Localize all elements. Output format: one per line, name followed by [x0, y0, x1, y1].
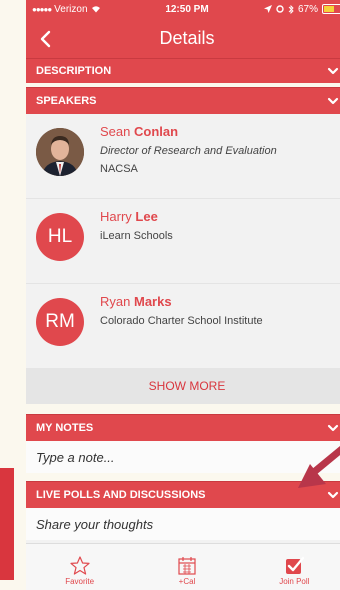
my-notes-label: MY NOTES [36, 422, 94, 434]
tab-add-calendar[interactable]: +Cal [133, 544, 240, 590]
nav-bar: Details [26, 18, 340, 58]
my-notes-header[interactable]: MY NOTES [26, 414, 340, 441]
speaker-info: Sean Conlan Director of Research and Eva… [100, 122, 277, 175]
speaker-last-name: Lee [135, 209, 158, 224]
speakers-label: SPEAKERS [36, 95, 97, 107]
section-gap [26, 404, 340, 414]
speaker-item[interactable]: RM Ryan Marks Colorado Charter School In… [26, 283, 340, 368]
description-header[interactable]: DESCRIPTION [26, 58, 340, 83]
live-polls-label: LIVE POLLS AND DISCUSSIONS [36, 489, 206, 501]
section-gap [26, 473, 340, 481]
page-title: Details [159, 27, 215, 48]
speaker-org: Colorado Charter School Institute [100, 315, 263, 327]
battery-icon [322, 4, 340, 14]
speaker-name: Ryan Marks [100, 294, 263, 309]
checkbox-checked-icon [286, 556, 305, 574]
speaker-photo [36, 128, 84, 176]
speaker-name: Sean Conlan [100, 124, 277, 139]
tab-bar: Favorite +Cal Join Poll [26, 543, 340, 590]
speaker-last-name: Conlan [134, 124, 179, 139]
speaker-org: NACSA [100, 163, 138, 175]
tab-add-calendar-label: +Cal [178, 577, 196, 586]
note-input[interactable] [34, 448, 340, 466]
chevron-left-icon [40, 30, 51, 48]
speaker-item[interactable]: HL Harry Lee iLearn Schools [26, 198, 340, 283]
back-button[interactable] [30, 26, 60, 52]
show-more-button[interactable]: SHOW MORE [26, 368, 340, 404]
speaker-name: Harry Lee [100, 209, 173, 224]
tab-favorite-label: Favorite [65, 577, 95, 586]
speakers-header[interactable]: SPEAKERS [26, 87, 340, 114]
tab-favorite[interactable]: Favorite [26, 544, 133, 590]
speaker-initials-avatar: HL [36, 213, 84, 261]
speaker-org: iLearn Schools [100, 230, 173, 242]
polls-area [26, 508, 340, 540]
left-accent-bar [0, 468, 14, 580]
person-photo-icon [36, 128, 84, 176]
thoughts-input[interactable] [34, 515, 340, 533]
top-bar: ●●●●● Verizon 12:50 PM 67% Details [26, 0, 340, 58]
calendar-icon [178, 557, 196, 575]
speaker-first-name: Ryan [100, 294, 131, 309]
chevron-down-icon [327, 67, 339, 75]
phone-screen: ●●●●● Verizon 12:50 PM 67% Details DESCR… [26, 0, 340, 590]
speaker-initials-avatar: RM [36, 298, 84, 346]
description-label: DESCRIPTION [36, 65, 112, 77]
speaker-first-name: Sean [100, 124, 131, 139]
speaker-info: Harry Lee iLearn Schools [100, 207, 173, 242]
tab-join-poll-label: Join Poll [279, 577, 310, 586]
status-time: 12:50 PM [165, 3, 209, 15]
chevron-down-icon [327, 424, 339, 432]
speaker-info: Ryan Marks Colorado Charter School Insti… [100, 292, 263, 327]
star-icon [70, 556, 90, 575]
status-bar: ●●●●● Verizon 12:50 PM 67% [26, 0, 340, 18]
chevron-down-icon [327, 491, 339, 499]
speakers-list: Sean Conlan Director of Research and Eva… [26, 114, 340, 368]
live-polls-header[interactable]: LIVE POLLS AND DISCUSSIONS [26, 481, 340, 508]
tab-join-poll[interactable]: Join Poll [241, 544, 340, 590]
chevron-down-icon [327, 97, 339, 105]
speaker-last-name: Marks [133, 294, 172, 309]
notes-area [26, 441, 340, 473]
speaker-item[interactable]: Sean Conlan Director of Research and Eva… [26, 114, 340, 198]
speaker-first-name: Harry [100, 209, 132, 224]
speaker-title: Director of Research and Evaluation [100, 145, 277, 157]
